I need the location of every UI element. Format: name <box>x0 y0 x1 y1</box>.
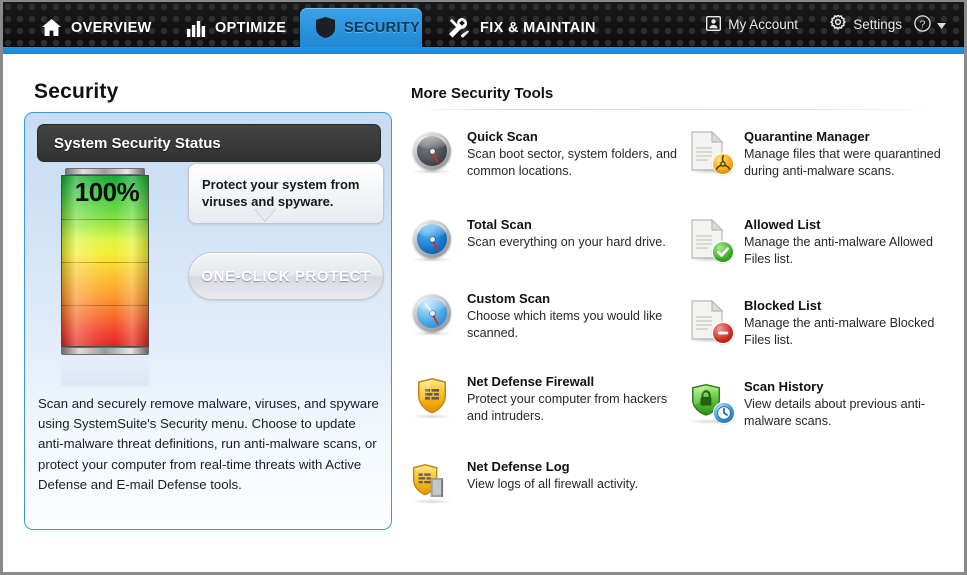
quarantine-document-icon <box>688 130 733 174</box>
tool-quarantine-manager[interactable]: Quarantine Manager Manage files that wer… <box>688 128 956 216</box>
tool-custom-scan[interactable]: Custom Scan Choose which items you would… <box>411 290 679 373</box>
tool-name: Blocked List <box>744 298 822 313</box>
help-menu-button[interactable]: ? <box>914 2 946 47</box>
total-scan-gauge-icon <box>411 218 455 262</box>
tab-optimize[interactable]: OPTIMIZE <box>171 8 302 47</box>
tool-desc: Manage the anti-malware Blocked Files li… <box>744 316 935 347</box>
home-icon <box>41 18 62 37</box>
tool-name: Scan History <box>744 379 824 394</box>
tool-desc: Scan everything on your hard drive. <box>467 235 666 250</box>
my-account-label: My Account <box>728 17 798 32</box>
gauge-divider <box>62 219 148 220</box>
firewall-log-icon <box>411 460 455 504</box>
gauge-percent-label: 100% <box>74 177 140 207</box>
tool-desc: View logs of all firewall activity. <box>467 477 639 492</box>
tools-column-right: Quarantine Manager Manage files that wer… <box>688 128 956 448</box>
application-window: OVERVIEW OPTIMIZE SECURITY FIX & MAINTAI… <box>0 0 967 575</box>
tab-overview[interactable]: OVERVIEW <box>25 8 168 47</box>
user-card-icon <box>706 15 722 34</box>
tab-overview-label: OVERVIEW <box>71 19 152 36</box>
bar-chart-icon <box>187 19 206 37</box>
protect-tooltip-bubble: Protect your system from viruses and spy… <box>188 163 384 225</box>
tab-optimize-label: OPTIMIZE <box>215 19 287 36</box>
tool-total-scan[interactable]: Total Scan Scan everything on your hard … <box>411 216 679 290</box>
content-area: Security System Security Status 100% Pro… <box>3 54 964 572</box>
tool-scan-history[interactable]: Scan History View details about previous… <box>688 378 956 448</box>
system-security-status-panel: System Security Status 100% Protect your… <box>24 112 392 530</box>
protect-tooltip-tail <box>254 208 276 221</box>
page-title: Security <box>34 80 119 103</box>
tool-quick-scan[interactable]: Quick Scan Scan boot sector, system fold… <box>411 128 679 216</box>
tool-allowed-list[interactable]: Allowed List Manage the anti-malware All… <box>688 216 956 297</box>
tool-name: Total Scan <box>467 217 532 232</box>
firewall-shield-icon <box>411 375 455 419</box>
top-navigation-bar: OVERVIEW OPTIMIZE SECURITY FIX & MAINTAI… <box>3 2 964 47</box>
status-panel-header: System Security Status <box>37 124 381 162</box>
help-circle-icon: ? <box>914 14 931 35</box>
security-status-gauge: 100% <box>57 168 157 418</box>
scan-history-shield-icon <box>688 380 734 424</box>
svg-text:?: ? <box>920 18 926 30</box>
tool-desc: Manage the anti-malware Allowed Files li… <box>744 235 934 266</box>
nav-accent-bar <box>3 47 964 54</box>
settings-button[interactable]: Settings <box>830 2 902 47</box>
tab-fix-and-maintain-label: FIX & MAINTAIN <box>480 19 596 36</box>
gauge-cap-top <box>65 168 145 175</box>
tool-name: Quick Scan <box>467 129 538 144</box>
tools-separator <box>411 109 946 110</box>
gear-icon <box>830 14 846 34</box>
quick-scan-gauge-icon <box>411 130 455 174</box>
custom-scan-gauge-icon <box>411 292 455 336</box>
tool-name: Quarantine Manager <box>744 129 870 144</box>
tool-blocked-list[interactable]: Blocked List Manage the anti-malware Blo… <box>688 297 956 378</box>
tool-desc: View details about previous anti-malware… <box>744 397 926 428</box>
tool-name: Net Defense Firewall <box>467 374 595 389</box>
tab-security-label: SECURITY <box>344 19 421 36</box>
tool-name: Custom Scan <box>467 291 551 306</box>
tab-fix-and-maintain[interactable]: FIX & MAINTAIN <box>433 8 612 47</box>
gauge-cap-bottom <box>61 347 149 355</box>
gauge-divider <box>62 305 148 306</box>
more-security-tools-title: More Security Tools <box>411 85 554 102</box>
tab-security[interactable]: SECURITY <box>300 8 422 47</box>
tools-column-left: Quick Scan Scan boot sector, system fold… <box>411 128 679 518</box>
chevron-down-icon <box>937 17 946 32</box>
gauge-divider <box>62 262 148 263</box>
security-description: Scan and securely remove malware, viruse… <box>38 396 379 492</box>
tool-desc: Protect your computer from hackers and i… <box>467 392 668 423</box>
settings-label: Settings <box>853 17 902 32</box>
tool-name: Net Defense Log <box>467 459 570 474</box>
gauge-reflection <box>61 356 149 386</box>
tool-desc: Choose which items you would like scanne… <box>467 309 663 340</box>
tool-name: Allowed List <box>744 217 821 232</box>
my-account-button[interactable]: My Account <box>706 2 798 47</box>
tool-net-defense-log[interactable]: Net Defense Log View logs of all firewal… <box>411 458 679 518</box>
blocked-document-icon <box>688 299 733 343</box>
one-click-protect-button[interactable]: ONE-CLICK PROTECT <box>188 252 384 300</box>
shield-icon <box>316 17 335 38</box>
tools-icon <box>449 17 471 38</box>
tool-desc: Scan boot sector, system folders, and co… <box>467 147 678 178</box>
allowed-document-icon <box>688 218 733 262</box>
tool-net-defense-firewall[interactable]: Net Defense Firewall Protect your comput… <box>411 373 679 458</box>
tool-desc: Manage files that were quarantined durin… <box>744 147 941 178</box>
